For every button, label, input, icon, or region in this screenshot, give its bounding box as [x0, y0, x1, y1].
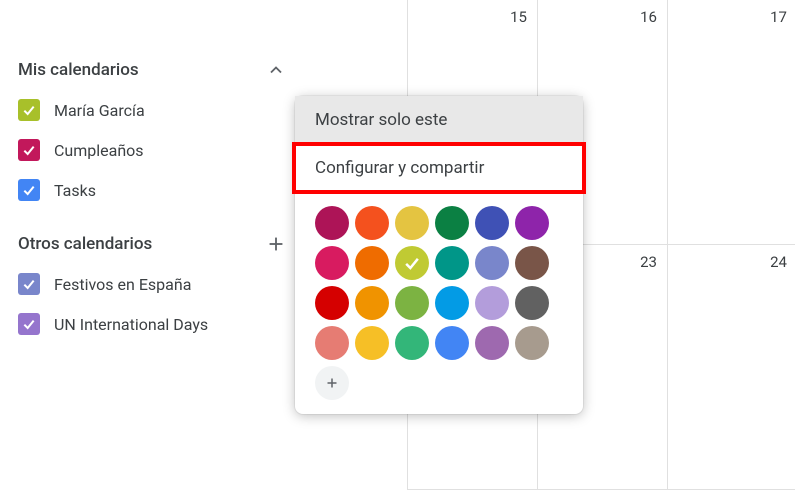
color-swatch[interactable]	[515, 326, 549, 360]
color-swatch[interactable]	[315, 246, 349, 280]
day-number: 24	[770, 253, 787, 271]
day-number: 23	[640, 253, 657, 271]
color-swatch[interactable]	[435, 206, 469, 240]
color-swatch[interactable]	[395, 286, 429, 320]
other-calendars-header[interactable]: Otros calendarios	[18, 224, 298, 264]
chevron-up-icon[interactable]	[264, 58, 288, 82]
day-number: 16	[640, 8, 657, 26]
other-calendars-title: Otros calendarios	[18, 234, 152, 254]
calendar-label: Cumpleaños	[54, 141, 144, 160]
color-swatch[interactable]	[515, 246, 549, 280]
calendar-item[interactable]: Tasks	[18, 170, 298, 210]
checkbox[interactable]	[18, 99, 40, 121]
calendar-label: María García	[54, 101, 145, 120]
color-swatch[interactable]	[315, 206, 349, 240]
menu-show-only-this[interactable]: Mostrar solo este	[295, 96, 583, 144]
checkbox[interactable]	[18, 139, 40, 161]
day-cell[interactable]: 17	[667, 0, 795, 245]
color-swatch[interactable]	[355, 206, 389, 240]
day-cell[interactable]: 24	[667, 245, 795, 490]
color-swatch[interactable]	[515, 206, 549, 240]
checkbox[interactable]	[18, 179, 40, 201]
calendar-item[interactable]: UN International Days	[18, 304, 298, 344]
color-picker	[295, 192, 583, 400]
my-calendars-header[interactable]: Mis calendarios	[18, 50, 298, 90]
color-swatch[interactable]	[475, 286, 509, 320]
calendar-item[interactable]: Festivos en España	[18, 264, 298, 304]
menu-configure-and-share[interactable]: Configurar y compartir	[295, 144, 583, 192]
menu-label: Mostrar solo este	[315, 110, 447, 130]
calendar-context-menu: Mostrar solo este Configurar y compartir	[295, 96, 583, 414]
day-number: 15	[510, 8, 527, 26]
day-number: 17	[770, 8, 787, 26]
color-swatch[interactable]	[475, 326, 509, 360]
my-calendars-title: Mis calendarios	[18, 60, 139, 80]
checkbox[interactable]	[18, 313, 40, 335]
color-swatch[interactable]	[475, 206, 509, 240]
color-swatch[interactable]	[435, 286, 469, 320]
color-swatch[interactable]	[395, 246, 429, 280]
color-swatch[interactable]	[355, 286, 389, 320]
color-swatch[interactable]	[475, 246, 509, 280]
color-swatch[interactable]	[355, 246, 389, 280]
calendar-label: UN International Days	[54, 315, 208, 334]
color-swatch[interactable]	[435, 326, 469, 360]
add-custom-color[interactable]	[315, 366, 349, 400]
color-swatch[interactable]	[515, 286, 549, 320]
color-swatch[interactable]	[435, 246, 469, 280]
color-swatch[interactable]	[315, 326, 349, 360]
color-swatch[interactable]	[395, 206, 429, 240]
checkbox[interactable]	[18, 273, 40, 295]
menu-label: Configurar y compartir	[315, 158, 484, 178]
calendar-label: Tasks	[54, 181, 96, 200]
color-swatch[interactable]	[315, 286, 349, 320]
calendar-item[interactable]: Cumpleaños	[18, 130, 298, 170]
color-swatch[interactable]	[395, 326, 429, 360]
plus-icon[interactable]	[264, 232, 288, 256]
sidebar: Mis calendarios María García Cumpleaños …	[18, 0, 298, 344]
calendar-label: Festivos en España	[54, 275, 191, 294]
calendar-item[interactable]: María García	[18, 90, 298, 130]
color-swatch[interactable]	[355, 326, 389, 360]
